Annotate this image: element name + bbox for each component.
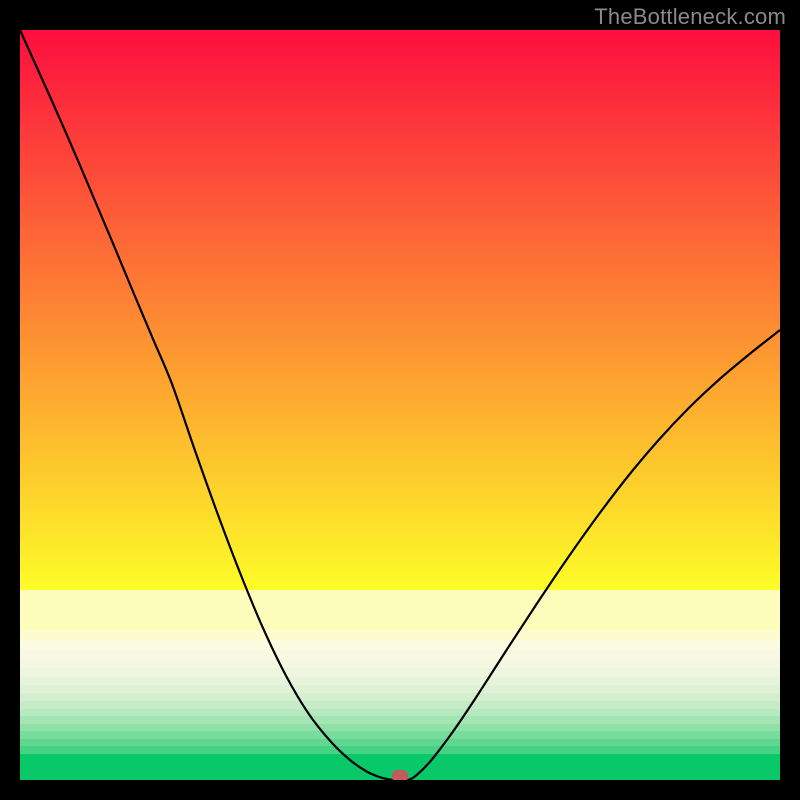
chart-plot-area bbox=[20, 30, 780, 780]
chart-curve bbox=[20, 30, 780, 780]
watermark-text: TheBottleneck.com bbox=[594, 4, 786, 30]
chart-marker bbox=[392, 770, 408, 780]
